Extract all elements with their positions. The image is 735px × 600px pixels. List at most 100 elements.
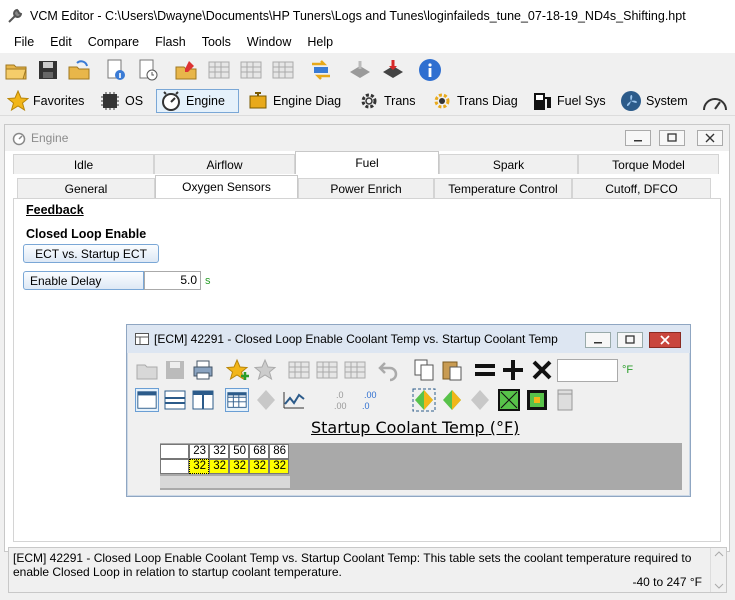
tab-spark[interactable]: Spark xyxy=(439,154,578,174)
copy-icon[interactable] xyxy=(412,358,436,382)
header-cell[interactable]: 32 xyxy=(209,444,229,459)
value-cell[interactable]: 32 xyxy=(229,459,249,474)
minimize-button[interactable] xyxy=(625,130,651,146)
engine-diag-button[interactable]: Engine Diag xyxy=(244,89,344,113)
description-scrollbar[interactable] xyxy=(710,548,726,592)
trans-button[interactable]: Trans xyxy=(355,89,419,113)
print-icon[interactable] xyxy=(191,358,215,382)
table-window-title: [ECM] 42291 - Closed Loop Enable Coolant… xyxy=(154,332,558,346)
equals-icon[interactable] xyxy=(473,358,497,382)
trans-diag-button[interactable]: Trans Diag xyxy=(428,89,521,113)
fuel-sys-button[interactable]: Fuel Sys xyxy=(528,89,609,113)
enable-delay-field[interactable]: 5.0 xyxy=(144,271,201,290)
operation-value-input[interactable] xyxy=(557,359,618,382)
remove-favorite-icon[interactable] xyxy=(254,358,278,382)
info-icon[interactable] xyxy=(418,58,442,82)
multiply-icon[interactable] xyxy=(530,358,554,382)
system-label: System xyxy=(646,94,688,108)
menu-window[interactable]: Window xyxy=(239,35,299,49)
smooth-icon[interactable] xyxy=(497,388,521,412)
tab-torque-model[interactable]: Torque Model xyxy=(578,154,719,174)
value-cell[interactable]: 32 xyxy=(269,459,289,474)
gauge-icon[interactable] xyxy=(702,90,728,114)
maximize-button[interactable] xyxy=(659,130,685,146)
tab-fuel[interactable]: Fuel xyxy=(295,151,439,174)
view-table-icon[interactable] xyxy=(135,388,159,412)
color-cells-icon[interactable] xyxy=(440,388,464,412)
line-graph-icon[interactable] xyxy=(282,388,306,412)
menu-tools[interactable]: Tools xyxy=(194,35,239,49)
compare-icon[interactable] xyxy=(309,58,333,82)
color-selection-icon[interactable] xyxy=(412,388,436,412)
header-cell[interactable]: 23 xyxy=(189,444,209,459)
plus-icon[interactable] xyxy=(501,358,525,382)
grid-icon[interactable] xyxy=(207,58,231,82)
engine-label: Engine xyxy=(186,94,225,108)
write-vehicle-icon[interactable] xyxy=(381,58,405,82)
menu-flash[interactable]: Flash xyxy=(147,35,194,49)
open-icon[interactable] xyxy=(135,358,159,382)
save-icon[interactable] xyxy=(163,358,187,382)
tab-airflow[interactable]: Airflow xyxy=(154,154,295,174)
paste-icon[interactable] xyxy=(440,358,464,382)
folder-edit-icon[interactable] xyxy=(174,58,198,82)
split-horizontal-icon[interactable] xyxy=(163,388,187,412)
clear-icon[interactable] xyxy=(553,388,577,412)
read-vehicle-icon[interactable] xyxy=(348,58,372,82)
menu-file[interactable]: File xyxy=(0,35,42,49)
tab-power-enrich[interactable]: Power Enrich xyxy=(298,178,434,198)
interpolate-icon[interactable] xyxy=(468,388,492,412)
3d-view-icon[interactable] xyxy=(254,388,278,412)
engine-button[interactable]: Engine xyxy=(156,89,239,113)
table-maximize-button[interactable] xyxy=(617,332,643,348)
save-icon[interactable] xyxy=(36,58,60,82)
info-doc-icon[interactable] xyxy=(104,58,128,82)
system-button[interactable]: System xyxy=(617,89,691,113)
open-folder-icon[interactable] xyxy=(4,58,28,82)
header-cell[interactable]: 50 xyxy=(229,444,249,459)
grid-icon[interactable] xyxy=(239,58,263,82)
table-minimize-button[interactable] xyxy=(585,332,611,348)
menu-bar: File Edit Compare Flash Tools Window Hel… xyxy=(0,31,735,53)
title-bar: VCM Editor - C:\Users\Dwayne\Documents\H… xyxy=(0,0,735,31)
tab-idle[interactable]: Idle xyxy=(13,154,154,174)
group-title: Closed Loop Enable xyxy=(26,227,147,241)
table-close-button[interactable] xyxy=(649,332,681,348)
tab-temperature-control[interactable]: Temperature Control xyxy=(434,178,572,198)
enable-delay-unit: s xyxy=(205,275,211,287)
os-button[interactable]: OS xyxy=(96,89,146,113)
grid-icon[interactable] xyxy=(315,358,339,382)
menu-edit[interactable]: Edit xyxy=(42,35,80,49)
increase-decimals-icon[interactable]: .00.0 xyxy=(360,388,384,412)
corner-cell xyxy=(160,444,189,459)
decrease-decimals-icon[interactable]: .0.00 xyxy=(332,388,356,412)
grid-icon[interactable] xyxy=(343,358,367,382)
value-cell[interactable]: 32 xyxy=(189,459,209,474)
history-doc-icon[interactable] xyxy=(136,58,160,82)
grid-view-icon[interactable] xyxy=(225,388,249,412)
favorites-button[interactable]: Favorites xyxy=(4,89,87,113)
value-cell[interactable]: 32 xyxy=(249,459,269,474)
value-cell[interactable]: 32 xyxy=(209,459,229,474)
engine-icon xyxy=(12,132,26,146)
add-favorite-icon[interactable] xyxy=(226,358,250,382)
split-vertical-icon[interactable] xyxy=(191,388,215,412)
tab-general[interactable]: General xyxy=(17,178,155,198)
ect-vs-startup-ect-button[interactable]: ECT vs. Startup ECT xyxy=(23,244,159,263)
menu-compare[interactable]: Compare xyxy=(80,35,147,49)
minimize-icon xyxy=(594,342,602,344)
heatmap-icon[interactable] xyxy=(525,388,549,412)
folder-back-icon[interactable] xyxy=(67,58,91,82)
table-window: [ECM] 42291 - Closed Loop Enable Coolant… xyxy=(126,324,691,497)
tab-cutoff-dfco[interactable]: Cutoff, DFCO xyxy=(572,178,711,198)
menu-help[interactable]: Help xyxy=(299,35,341,49)
header-cell[interactable]: 86 xyxy=(269,444,289,459)
value-range: -40 to 247 °F xyxy=(632,575,702,589)
grid-icon[interactable] xyxy=(287,358,311,382)
header-cell[interactable]: 68 xyxy=(249,444,269,459)
grid-icon[interactable] xyxy=(271,58,295,82)
tab-oxygen-sensors[interactable]: Oxygen Sensors xyxy=(155,175,298,198)
undo-icon[interactable] xyxy=(377,358,401,382)
fan-icon xyxy=(621,91,641,111)
close-button[interactable] xyxy=(697,130,723,146)
